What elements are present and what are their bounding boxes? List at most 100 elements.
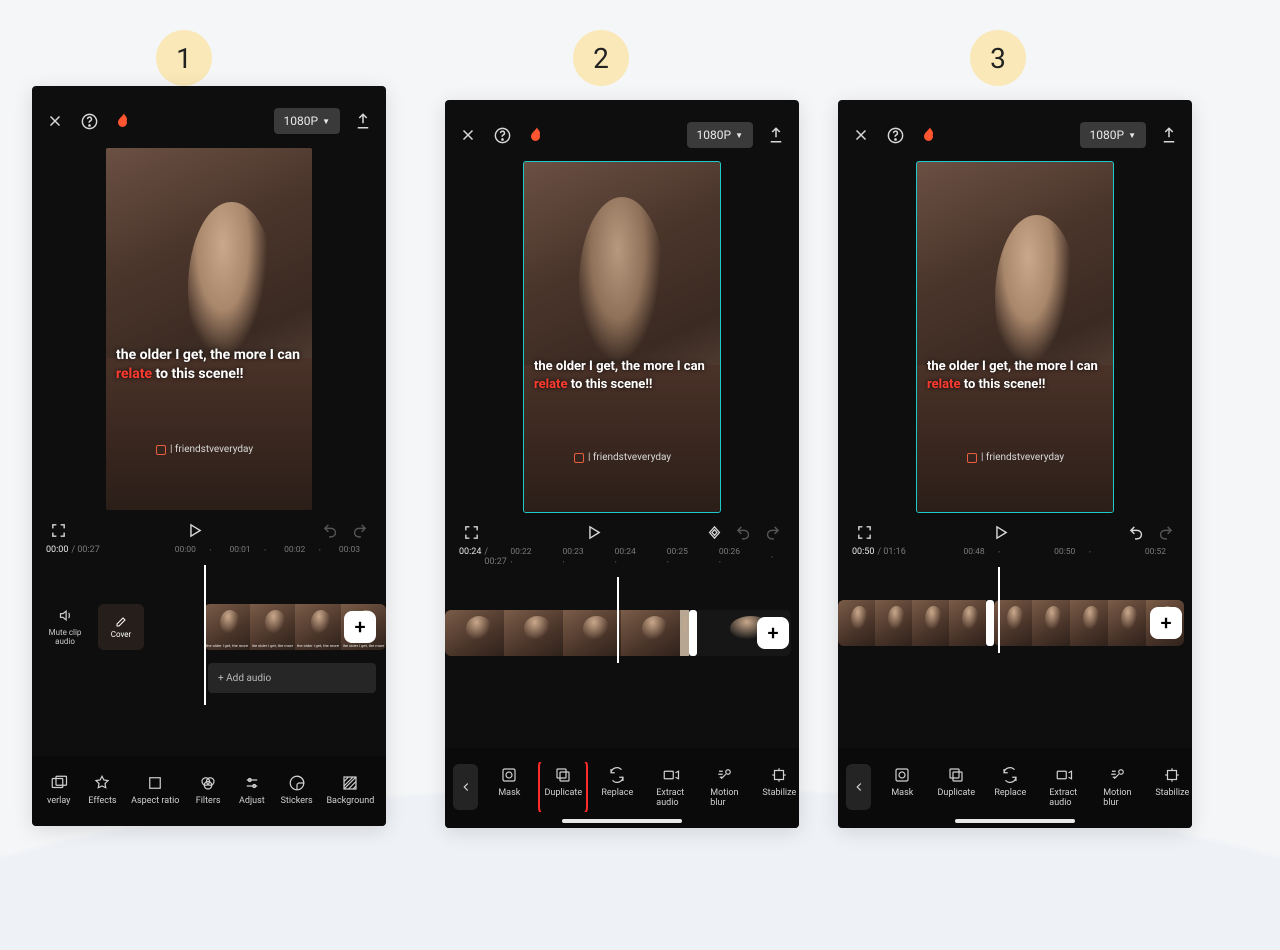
add-audio-row[interactable]: + Add audio (208, 663, 376, 693)
undo-icon[interactable] (735, 524, 752, 541)
caption-overlay: the older I get, the more I can relate t… (534, 358, 710, 393)
close-icon[interactable] (46, 112, 64, 130)
duplicate-icon (554, 766, 572, 784)
playhead[interactable] (998, 567, 1000, 653)
close-icon[interactable] (459, 126, 477, 144)
home-indicator (955, 819, 1075, 823)
tool-adjust[interactable]: Adjust (231, 770, 273, 810)
tool-stabilize[interactable]: Stabilize (1151, 762, 1192, 812)
step-badge-1: 1 (156, 30, 212, 86)
close-icon[interactable] (852, 126, 870, 144)
timeline[interactable]: Mute clipaudio Cover the older I get, th… (32, 565, 386, 705)
phone-screenshot-2: 1080P▼ the older I get, the more I can r… (445, 100, 799, 828)
tool-stabilize[interactable]: Stabilize (758, 762, 799, 812)
fullscreen-icon[interactable] (50, 522, 67, 539)
topbar: 1080P▼ (445, 100, 799, 156)
replace-icon (1001, 766, 1019, 784)
clip-trim-handle[interactable] (986, 600, 994, 646)
play-icon[interactable] (186, 522, 203, 539)
tool-effects[interactable]: Effects (81, 770, 123, 810)
extract-audio-icon (662, 766, 680, 784)
time-row: 00:00 / 00:27 00:0000:0100:0200:03 (32, 545, 386, 559)
tool-overlay[interactable]: verlay (38, 770, 80, 810)
add-clip-button[interactable]: + (1150, 607, 1182, 639)
undo-icon[interactable] (1128, 524, 1145, 541)
overlay-icon (50, 774, 68, 792)
topbar: 1080P ▼ (32, 86, 386, 142)
playhead[interactable] (204, 565, 206, 705)
tool-filters[interactable]: Filters (187, 770, 229, 810)
stabilize-icon (770, 766, 788, 784)
time-total: / 00:27 (71, 545, 99, 555)
stabilize-icon (1163, 766, 1181, 784)
tool-mask[interactable]: Mask (488, 762, 530, 812)
video-preview[interactable]: the older I get, the more I can relate t… (917, 162, 1113, 512)
resolution-button[interactable]: 1080P▼ (1080, 122, 1146, 148)
bottom-toolbar: verlay Effects Aspect ratio Filters Adju… (32, 756, 386, 826)
play-icon[interactable] (585, 524, 602, 541)
tool-background[interactable]: Background (320, 770, 380, 810)
tool-replace[interactable]: Replace (989, 762, 1031, 812)
bottom-toolbar: Mask Duplicate Replace Extract audio Mot… (838, 748, 1192, 828)
caret-down-icon: ▼ (322, 117, 330, 126)
mute-clip-button[interactable]: Mute clipaudio (32, 608, 98, 647)
mask-icon (500, 766, 518, 784)
back-button[interactable] (846, 764, 871, 810)
export-icon[interactable] (1160, 126, 1178, 144)
tool-extract-audio[interactable]: Extract audio (650, 762, 692, 812)
keyframe-icon[interactable] (706, 524, 723, 541)
add-clip-button[interactable]: + (757, 617, 789, 649)
video-preview[interactable]: the older I get, the more I can relate t… (524, 162, 720, 512)
play-icon[interactable] (992, 524, 1009, 541)
clip-1-thumbnails[interactable] (838, 600, 986, 646)
hatch-icon (341, 774, 359, 792)
mask-icon (893, 766, 911, 784)
add-clip-button[interactable]: + (344, 611, 376, 643)
watermark: | friendstveveryday (156, 444, 253, 455)
fullscreen-icon[interactable] (856, 524, 873, 541)
clip-trim-handle[interactable] (689, 610, 697, 656)
watermark: | friendstveveryday (967, 452, 1064, 463)
tool-replace[interactable]: Replace (596, 762, 638, 812)
flame-icon[interactable] (115, 111, 133, 131)
home-indicator (562, 819, 682, 823)
video-preview[interactable]: the older I get, the more I can relate t… (106, 148, 312, 510)
redo-icon[interactable] (764, 524, 781, 541)
tool-motion-blur[interactable]: Motion blur (1097, 762, 1139, 812)
time-row: 00:50/ 01:16 00:4800:5000:52 (838, 547, 1192, 561)
timeline[interactable]: 24.5s + (838, 567, 1192, 687)
redo-icon[interactable] (1157, 524, 1174, 541)
tool-duplicate[interactable]: Duplicate (935, 762, 977, 812)
redo-icon[interactable] (351, 522, 368, 539)
help-icon[interactable] (886, 126, 905, 145)
help-icon[interactable] (493, 126, 512, 145)
fullscreen-icon[interactable] (463, 524, 480, 541)
caption-overlay: the older I get, the more I can relate t… (116, 346, 302, 384)
time-current: 00:00 (46, 545, 68, 555)
cover-button[interactable]: Cover (98, 604, 144, 650)
tool-mask[interactable]: Mask (881, 762, 923, 812)
bottom-toolbar: Mask Duplicate Replace Extract audio Mot… (445, 748, 799, 828)
transport-controls (838, 512, 1192, 547)
export-icon[interactable] (354, 112, 372, 130)
resolution-button[interactable]: 1080P ▼ (274, 108, 340, 134)
flame-icon[interactable] (528, 125, 546, 145)
preview-frame (106, 148, 312, 510)
tool-aspect-ratio[interactable]: Aspect ratio (125, 770, 185, 810)
resolution-button[interactable]: 1080P▼ (687, 122, 753, 148)
undo-icon[interactable] (322, 522, 339, 539)
back-button[interactable] (453, 764, 478, 810)
help-icon[interactable] (80, 112, 99, 131)
timeline[interactable]: 24.5s + (445, 577, 799, 697)
flame-icon[interactable] (921, 125, 939, 145)
motion-blur-icon (716, 766, 734, 784)
tool-motion-blur[interactable]: Motion blur (704, 762, 746, 812)
tool-duplicate[interactable]: Duplicate (542, 762, 584, 812)
sliders-icon (243, 774, 261, 792)
tool-extract-audio[interactable]: Extract audio (1043, 762, 1085, 812)
watermark: | friendstveveryday (574, 452, 671, 463)
playhead[interactable] (617, 577, 619, 663)
sticker-icon (288, 774, 306, 792)
tool-stickers[interactable]: Stickers (275, 770, 319, 810)
export-icon[interactable] (767, 126, 785, 144)
